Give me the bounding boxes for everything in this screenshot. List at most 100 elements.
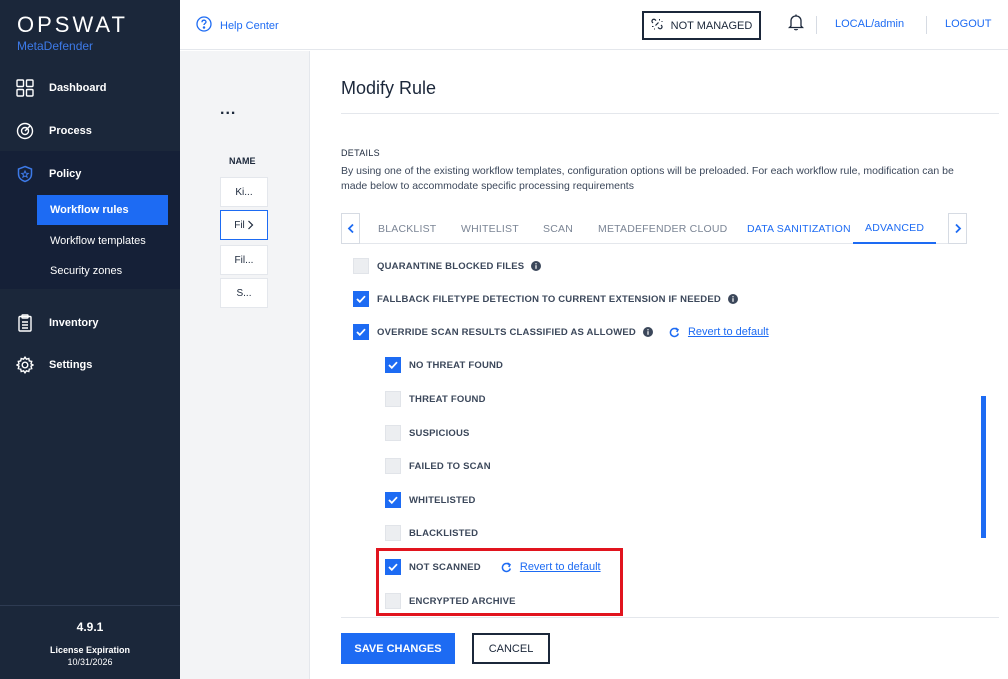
opswat-logo[interactable]: OPSWAT MetaDefender	[17, 12, 128, 53]
result-not-scanned: NOT SCANNED Revert to default	[385, 559, 601, 575]
tab-data-sanitization[interactable]: DATA SANITIZATION	[747, 213, 851, 244]
not-managed-label: NOT MANAGED	[670, 19, 753, 32]
tab-scroll-right-button[interactable]	[948, 213, 967, 244]
option-label: QUARANTINE BLOCKED FILES	[377, 260, 525, 272]
chevron-right-icon	[954, 223, 961, 234]
product-name: MetaDefender	[17, 39, 94, 53]
divider	[341, 617, 999, 618]
result-label: NOT SCANNED	[409, 561, 481, 573]
sidebar-item-label: Settings	[49, 359, 93, 371]
result-suspicious: SUSPICIOUS	[385, 425, 470, 441]
sidebar: OPSWAT MetaDefender Dashboard Process Po…	[0, 0, 180, 679]
result-label: SUSPICIOUS	[409, 427, 470, 439]
checkbox-whitelisted[interactable]	[385, 492, 401, 508]
page-title: Modify Rule	[341, 78, 437, 98]
rule-tabs: BLACKLIST WHITELIST SCAN METADEFENDER CL…	[341, 213, 967, 244]
result-whitelisted: WHITELISTED	[385, 492, 476, 508]
result-label: BLACKLISTED	[409, 527, 479, 539]
dashboard-icon	[16, 79, 34, 97]
revert-to-default-link[interactable]: Revert to default	[669, 326, 769, 338]
refresh-icon	[501, 561, 512, 573]
sidebar-sub-workflow-templates[interactable]: Workflow templates	[37, 226, 168, 256]
checkbox-suspicious[interactable]	[385, 425, 401, 441]
help-center-link[interactable]: Help Center	[196, 16, 279, 35]
sidebar-sub-security-zones[interactable]: Security zones	[37, 256, 168, 286]
revert-label: Revert to default	[519, 561, 601, 573]
result-threat-found: THREAT FOUND	[385, 391, 486, 407]
result-failed-to-scan: FAILED TO SCAN	[385, 458, 491, 474]
bell-icon[interactable]	[787, 13, 805, 36]
checkmark-icon	[388, 361, 398, 369]
help-center-label: Help Center	[220, 19, 279, 32]
logo-text: OPSWAT	[17, 12, 128, 37]
list-item[interactable]: Ki...	[220, 177, 268, 207]
option-override-scan-results: OVERRIDE SCAN RESULTS CLASSIFIED AS ALLO…	[353, 324, 769, 340]
sidebar-item-policy[interactable]: Policy	[0, 154, 180, 194]
name-column-header[interactable]: NAME	[229, 156, 256, 166]
result-label: THREAT FOUND	[409, 393, 486, 405]
option-quarantine-blocked-files: QUARANTINE BLOCKED FILES	[353, 258, 542, 274]
checkmark-icon	[356, 295, 366, 303]
save-changes-button[interactable]: SAVE CHANGES	[341, 633, 455, 664]
info-icon[interactable]	[642, 327, 653, 337]
list-item[interactable]: Fil...	[220, 245, 268, 275]
refresh-icon	[669, 326, 680, 338]
tab-scroll-left-button[interactable]	[341, 213, 360, 244]
details-description: By using one of the existing workflow te…	[341, 165, 954, 192]
sidebar-sub-workflow-rules[interactable]: Workflow rules	[37, 195, 168, 225]
option-fallback-filetype-detection: FALLBACK FILETYPE DETECTION TO CURRENT E…	[353, 291, 738, 307]
checkbox-not-scanned[interactable]	[385, 559, 401, 575]
checkbox-encrypted-archive[interactable]	[385, 593, 401, 609]
divider	[926, 16, 927, 34]
list-item-selected[interactable]: Fil	[220, 210, 268, 240]
sidebar-footer: 4.9.1 License Expiration 10/31/2026	[0, 605, 180, 679]
sidebar-item-dashboard[interactable]: Dashboard	[0, 68, 180, 108]
tab-advanced[interactable]: ADVANCED	[853, 213, 937, 244]
shield-icon	[16, 165, 34, 183]
tab-scan[interactable]: SCAN	[543, 213, 573, 244]
checkmark-icon	[356, 328, 366, 336]
not-managed-button[interactable]: NOT MANAGED	[642, 11, 761, 40]
option-label: FALLBACK FILETYPE DETECTION TO CURRENT E…	[377, 293, 721, 305]
info-icon[interactable]	[531, 261, 542, 271]
clipboard-icon	[16, 314, 34, 332]
checkbox-no-threat-found[interactable]	[385, 357, 401, 373]
info-icon[interactable]	[727, 294, 738, 304]
checkmark-icon	[388, 496, 398, 504]
result-label: FAILED TO SCAN	[409, 460, 491, 472]
sidebar-item-inventory[interactable]: Inventory	[0, 303, 180, 343]
revert-to-default-link[interactable]: Revert to default	[501, 561, 601, 573]
top-bar: Help Center NOT MANAGED LOCAL/admin LOGO…	[180, 0, 1008, 50]
checkbox-failed-to-scan[interactable]	[385, 458, 401, 474]
license-date: 10/31/2026	[67, 657, 113, 667]
checkbox-override-scan-results[interactable]	[353, 324, 369, 340]
user-account-link[interactable]: LOCAL/admin	[835, 18, 904, 30]
checkbox-fallback-filetype-detection[interactable]	[353, 291, 369, 307]
scrollbar-thumb[interactable]	[981, 396, 986, 538]
option-label: OVERRIDE SCAN RESULTS CLASSIFIED AS ALLO…	[377, 326, 636, 338]
cancel-button[interactable]: CANCEL	[472, 633, 550, 664]
checkmark-icon	[388, 563, 398, 571]
sidebar-item-label: Policy	[49, 168, 82, 180]
license-label: License Expiration	[49, 645, 131, 655]
result-encrypted-archive: ENCRYPTED ARCHIVE	[385, 593, 516, 609]
tab-whitelist[interactable]: WHITELIST	[461, 213, 519, 244]
checkbox-quarantine-blocked-files[interactable]	[353, 258, 369, 274]
help-icon	[196, 16, 212, 35]
chevron-left-icon	[347, 223, 354, 234]
tab-metadefender-cloud[interactable]: METADEFENDER CLOUD	[598, 213, 727, 244]
divider	[341, 113, 999, 114]
checkbox-threat-found[interactable]	[385, 391, 401, 407]
sidebar-item-settings[interactable]: Settings	[0, 345, 180, 385]
process-icon	[16, 122, 34, 140]
sidebar-item-process[interactable]: Process	[0, 111, 180, 151]
list-item[interactable]: S...	[220, 278, 268, 308]
tab-blacklist[interactable]: BLACKLIST	[378, 213, 436, 244]
sidebar-item-label: Process	[49, 125, 92, 137]
result-blacklisted: BLACKLISTED	[385, 525, 478, 541]
result-no-threat-found: NO THREAT FOUND	[385, 357, 503, 373]
more-menu-icon[interactable]: ...	[220, 101, 236, 119]
checkbox-blacklisted[interactable]	[385, 525, 401, 541]
result-label: WHITELISTED	[409, 494, 476, 506]
logout-link[interactable]: LOGOUT	[945, 18, 991, 30]
